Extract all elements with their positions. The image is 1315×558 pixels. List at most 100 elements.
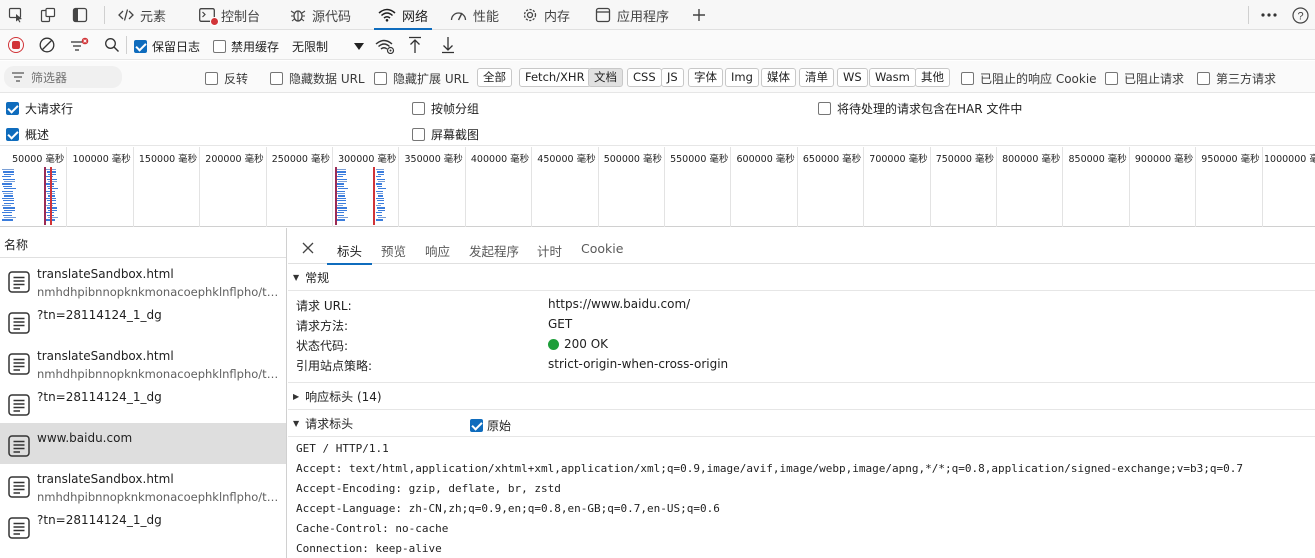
overview-request-bar bbox=[377, 178, 385, 180]
tab-application[interactable]: 应用程序 bbox=[595, 0, 669, 30]
request-row[interactable]: www.baidu.com bbox=[0, 423, 286, 464]
checkbox[interactable] bbox=[6, 102, 19, 115]
raw-checkbox[interactable]: 原始 bbox=[470, 417, 511, 434]
network-overview[interactable]: 50000 毫秒 100000 毫秒 150000 毫秒 200000 毫秒 25000… bbox=[0, 147, 1315, 227]
record-icon[interactable] bbox=[8, 37, 24, 53]
overview-request-bar bbox=[376, 205, 381, 207]
tab-response[interactable]: 响应 bbox=[425, 241, 450, 260]
preserve-log-checkbox[interactable]: 保留日志 bbox=[134, 38, 200, 55]
response-headers-section-header[interactable]: ▶ 响应标头 (14) bbox=[288, 384, 1315, 410]
inspect-icon[interactable] bbox=[6, 5, 26, 25]
filter-type-js[interactable]: JS bbox=[661, 68, 684, 87]
tab-elements[interactable]: 元素 bbox=[118, 0, 166, 30]
overview-checkbox[interactable]: 概述 bbox=[6, 126, 49, 143]
throttling-select[interactable]: 无限制 bbox=[292, 38, 365, 55]
screenshots-checkbox[interactable]: 屏幕截图 bbox=[412, 126, 479, 143]
close-icon[interactable] bbox=[302, 242, 314, 254]
tab-memory[interactable]: 内存 bbox=[522, 0, 570, 30]
overview-tick-label: 750000 毫秒 bbox=[935, 154, 994, 165]
overview-request-bar bbox=[378, 202, 384, 204]
request-row[interactable]: ?tn=28114124_1_dg bbox=[0, 300, 286, 341]
checkbox[interactable] bbox=[961, 72, 974, 85]
device-toolbar-icon[interactable] bbox=[38, 5, 58, 25]
search-icon[interactable] bbox=[104, 37, 120, 53]
add-tab-icon[interactable] bbox=[689, 5, 709, 25]
overview-tick-label: 250000 毫秒 bbox=[271, 154, 330, 165]
filter-type-doc[interactable]: 文档 bbox=[588, 68, 623, 87]
checkbox[interactable] bbox=[374, 72, 387, 85]
overview-request-bar bbox=[377, 200, 384, 202]
tab-sources[interactable]: 源代码 bbox=[290, 0, 351, 30]
overview-request-bar bbox=[2, 190, 13, 192]
tab-timing[interactable]: 计时 bbox=[537, 241, 562, 260]
help-icon[interactable]: ? bbox=[1290, 5, 1310, 25]
request-headers-section-header[interactable]: ▼ 请求标头 原始 bbox=[288, 411, 1315, 437]
request-row[interactable]: ?tn=28114124_1_dg bbox=[0, 505, 286, 546]
checkbox[interactable] bbox=[412, 128, 425, 141]
checkbox[interactable] bbox=[1197, 72, 1210, 85]
filter-type-media[interactable]: 媒体 bbox=[761, 68, 796, 87]
filter-icon[interactable] bbox=[70, 37, 90, 53]
checkbox[interactable] bbox=[470, 419, 483, 432]
request-url-value: https://www.baidu.com/ bbox=[548, 297, 691, 311]
har-pending-checkbox[interactable]: 将待处理的请求包含在HAR 文件中 bbox=[818, 100, 1022, 117]
overview-tick-label: 150000 毫秒 bbox=[138, 154, 198, 165]
clear-icon[interactable] bbox=[39, 37, 55, 53]
checkbox[interactable] bbox=[205, 72, 218, 85]
filter-type-ws[interactable]: WS bbox=[837, 68, 868, 87]
checkbox[interactable] bbox=[6, 128, 19, 141]
filter-type-manifest[interactable]: 清单 bbox=[799, 68, 834, 87]
checkbox[interactable] bbox=[213, 40, 226, 53]
tab-initiator[interactable]: 发起程序 bbox=[469, 241, 519, 260]
filter-type-css[interactable]: CSS bbox=[627, 68, 662, 87]
big-request-rows-checkbox[interactable]: 大请求行 bbox=[6, 100, 73, 117]
checkbox[interactable] bbox=[412, 102, 425, 115]
tab-headers[interactable]: 标头 bbox=[326, 241, 373, 265]
referrer-policy-value: strict-origin-when-cross-origin bbox=[548, 357, 729, 371]
checkbox[interactable] bbox=[134, 40, 147, 53]
tab-preview[interactable]: 预览 bbox=[381, 241, 406, 260]
disable-cache-checkbox[interactable]: 禁用缓存 bbox=[213, 38, 279, 55]
hide-data-urls-checkbox[interactable]: 隐藏数据 URL bbox=[270, 70, 365, 87]
overview-request-bar bbox=[4, 217, 16, 219]
filter-input[interactable]: 筛选器 bbox=[4, 66, 122, 88]
import-har-icon[interactable] bbox=[408, 36, 422, 54]
group-by-frame-checkbox[interactable]: 按帧分组 bbox=[412, 100, 479, 117]
blocked-cookies-checkbox[interactable]: 已阻止的响应 Cookie bbox=[961, 70, 1097, 87]
overview-tick-label: 350000 毫秒 bbox=[404, 154, 463, 165]
tab-cookies[interactable]: Cookie bbox=[581, 241, 623, 256]
filter-type-font[interactable]: 字体 bbox=[688, 68, 723, 87]
filter-type-wasm[interactable]: Wasm bbox=[869, 68, 916, 87]
request-row[interactable]: translateSandbox.html nmhdhpibnnopknkmona… bbox=[0, 341, 286, 382]
filter-type-all[interactable]: 全部 bbox=[477, 68, 512, 87]
network-conditions-icon[interactable] bbox=[375, 38, 395, 54]
checkbox[interactable] bbox=[1105, 72, 1118, 85]
third-party-checkbox[interactable]: 第三方请求 bbox=[1197, 70, 1276, 87]
overview-request-bar bbox=[378, 217, 386, 219]
more-options-icon[interactable] bbox=[1259, 5, 1279, 25]
invert-checkbox[interactable]: 反转 bbox=[205, 70, 248, 87]
checkbox[interactable] bbox=[818, 102, 831, 115]
filter-type-img[interactable]: Img bbox=[725, 68, 759, 87]
general-section-header[interactable]: ▼ 常规 bbox=[288, 265, 1315, 291]
filter-type-other[interactable]: 其他 bbox=[915, 68, 950, 87]
request-row[interactable]: ?tn=28114124_1_dg bbox=[0, 382, 286, 423]
tab-network[interactable]: 网络 bbox=[373, 0, 433, 30]
overview-gridline bbox=[1261, 147, 1263, 227]
console-icon bbox=[199, 8, 219, 26]
export-har-icon[interactable] bbox=[441, 36, 455, 54]
overview-request-bar bbox=[4, 195, 13, 197]
dock-side-icon[interactable] bbox=[70, 5, 90, 25]
request-row[interactable]: translateSandbox.html nmhdhpibnnopknkmona… bbox=[0, 464, 286, 505]
tab-performance[interactable]: 性能 bbox=[450, 0, 499, 30]
filter-type-fetch-xhr[interactable]: Fetch/XHR bbox=[519, 68, 591, 87]
blocked-requests-checkbox[interactable]: 已阻止请求 bbox=[1105, 70, 1184, 87]
name-column-header[interactable]: 名称 bbox=[0, 228, 286, 258]
hide-extension-urls-checkbox[interactable]: 隐藏扩展 URL bbox=[374, 70, 469, 87]
overview-request-bar bbox=[337, 185, 344, 188]
tab-console[interactable]: 控制台 bbox=[199, 0, 260, 30]
checkbox[interactable] bbox=[270, 72, 283, 85]
request-row[interactable]: translateSandbox.html nmhdhpibnnopknkmona… bbox=[0, 259, 286, 300]
overview-gridline bbox=[1062, 147, 1064, 227]
overview-gridline bbox=[531, 147, 533, 227]
